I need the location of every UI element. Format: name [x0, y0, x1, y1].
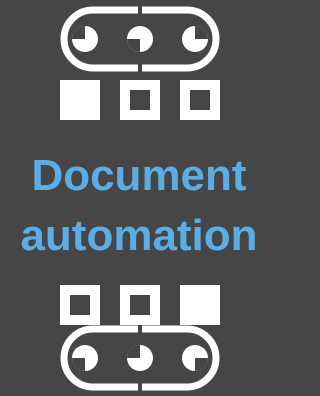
document-box-filled — [180, 285, 220, 325]
conveyor-belt-bottom-icon — [60, 325, 220, 391]
tile-title-line-2: automation — [20, 211, 258, 260]
document-boxes-top — [60, 80, 220, 120]
document-automation-tile[interactable]: Document automation — [0, 0, 278, 396]
conveyor-belt-top-icon — [60, 6, 220, 72]
document-box-hollow — [60, 285, 100, 325]
document-box-hollow — [120, 80, 160, 120]
document-boxes-bottom — [60, 285, 220, 325]
document-box-hollow — [120, 285, 160, 325]
tile-title-line-1: Document — [31, 151, 247, 200]
document-box-filled — [60, 80, 100, 120]
document-box-hollow — [180, 80, 220, 120]
